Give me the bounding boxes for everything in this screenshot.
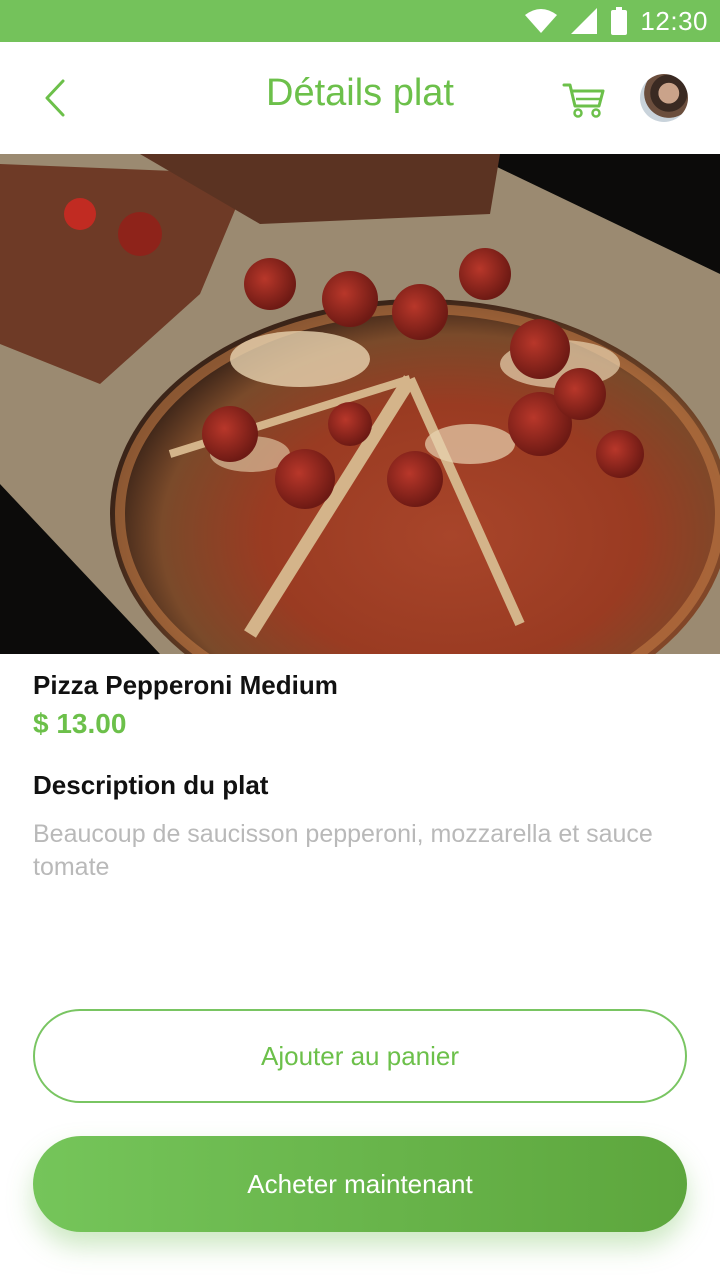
status-bar: 12:30 xyxy=(0,0,720,42)
cart-button[interactable] xyxy=(556,72,612,128)
wifi-icon xyxy=(524,8,558,34)
dish-name: Pizza Pepperoni Medium xyxy=(33,670,338,700)
dish-description: Beaucoup de saucisson pepperoni, mozzare… xyxy=(33,820,653,881)
app-bar: Détails plat xyxy=(0,42,720,154)
description-title: Description du plat xyxy=(33,770,269,800)
add-to-cart-button[interactable]: Ajouter au panier xyxy=(33,1009,687,1103)
pizza-image xyxy=(0,154,720,654)
buy-now-label: Acheter maintenant xyxy=(247,1168,473,1199)
page-title: Détails plat xyxy=(266,72,454,114)
battery-icon xyxy=(610,7,628,35)
add-to-cart-label: Ajouter au panier xyxy=(260,1040,460,1071)
avatar[interactable] xyxy=(640,74,688,122)
buy-now-button[interactable]: Acheter maintenant xyxy=(33,1136,687,1232)
signal-icon xyxy=(570,7,598,35)
dish-price: $ 13.00 xyxy=(33,708,127,739)
status-time: 12:30 xyxy=(640,5,708,36)
dish-image xyxy=(0,154,720,654)
shopping-cart-icon xyxy=(562,83,605,118)
